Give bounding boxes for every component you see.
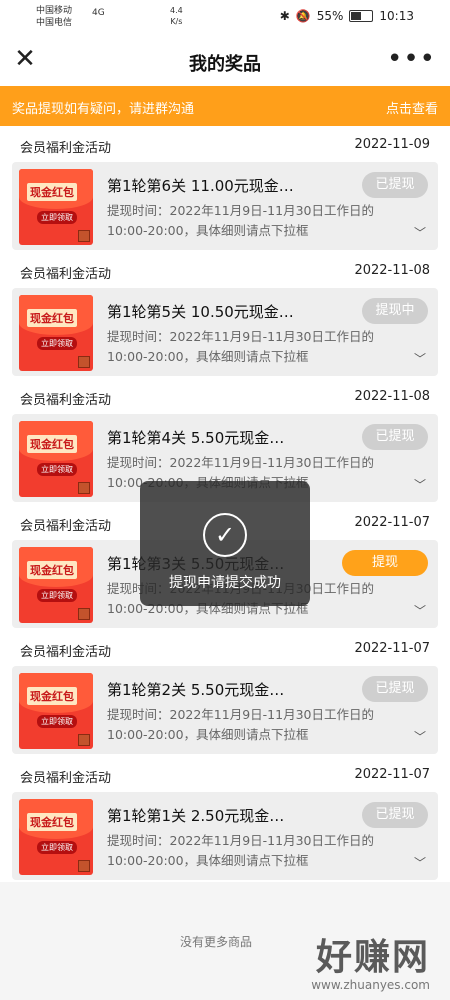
activity-date: 2022-11-07 (354, 515, 430, 530)
gift-icon (78, 608, 90, 620)
group-header: 会员福利金活动 2022-11-07 (0, 630, 450, 668)
group-header: 会员福利金活动 2022-11-09 (0, 126, 450, 164)
red-packet-thumbnail: 现金红包 立即领取 (19, 673, 93, 749)
speed-value: 4.4 (170, 6, 183, 15)
watermark-text: 好赚网 (315, 937, 430, 978)
chevron-down-icon[interactable]: ﹀ (414, 602, 426, 619)
prize-description: 提现时间：2022年11月9日-11月30日工作日的10:00-20:00，具体… (107, 833, 374, 868)
prize-group: 会员福利金活动 2022-11-08 现金红包 立即领取 第1轮第5关 10.5… (0, 252, 450, 378)
prize-title: 第1轮第1关 2.50元现金… (107, 807, 285, 825)
speed-unit: K/s (170, 17, 183, 26)
prize-group: 会员福利金活动 2022-11-07 现金红包 立即领取 第1轮第2关 5.50… (0, 630, 450, 756)
carrier-1: 中国移动 (36, 6, 73, 16)
gift-icon (78, 230, 90, 242)
thumb-button: 立即领取 (37, 589, 77, 602)
chevron-down-icon[interactable]: ﹀ (414, 476, 426, 493)
no-more-text: 没有更多商品 (180, 935, 253, 949)
red-packet-thumbnail: 现金红包 立即领取 (19, 295, 93, 371)
thumb-label: 现金红包 (27, 183, 77, 201)
network-type: 4G (92, 8, 105, 18)
notice-link[interactable]: 点击查看 (386, 98, 438, 117)
red-packet-thumbnail: 现金红包 立即领取 (19, 799, 93, 875)
prize-group: 会员福利金活动 2022-11-07 现金红包 立即领取 第1轮第1关 2.50… (0, 756, 450, 882)
thumb-label: 现金红包 (27, 813, 77, 831)
activity-date: 2022-11-07 (354, 767, 430, 782)
success-toast: ✓ 提现申请提交成功 (140, 481, 310, 606)
thumb-label: 现金红包 (27, 561, 77, 579)
activity-name: 会员福利金活动 (20, 771, 112, 786)
activity-name: 会员福利金活动 (20, 519, 112, 534)
prize-card[interactable]: 现金红包 立即领取 第1轮第5关 10.50元现金… 提现时间：2022年11月… (12, 288, 438, 376)
chevron-down-icon[interactable]: ﹀ (414, 728, 426, 745)
thumb-label: 现金红包 (27, 435, 77, 453)
toast-message: 提现申请提交成功 (169, 575, 281, 591)
prize-description: 提现时间：2022年11月9日-11月30日工作日的10:00-20:00，具体… (107, 707, 374, 742)
prize-title: 第1轮第2关 5.50元现金… (107, 681, 285, 699)
carrier-2: 中国电信 (36, 18, 73, 28)
gift-icon (78, 734, 90, 746)
prize-card[interactable]: 现金红包 立即领取 第1轮第6关 11.00元现金… 提现时间：2022年11月… (12, 162, 438, 250)
red-packet-thumbnail: 现金红包 立即领取 (19, 421, 93, 497)
activity-name: 会员福利金活动 (20, 393, 112, 408)
watermark: 好赚网 www.zhuanyes.com (311, 928, 430, 992)
prize-title: 第1轮第5关 10.50元现金… (107, 303, 294, 321)
withdraw-button[interactable]: 已提现 (362, 676, 428, 702)
battery-percent: 55% (316, 9, 344, 23)
footer: 没有更多商品 好赚网 www.zhuanyes.com (0, 905, 450, 1000)
page-title: 我的奖品 (189, 54, 261, 75)
prize-group: 会员福利金活动 2022-11-09 现金红包 立即领取 第1轮第6关 11.0… (0, 126, 450, 252)
network-speed: 4.4 K/s (170, 5, 183, 27)
thumb-button: 立即领取 (37, 715, 77, 728)
status-right: ✱ 🔕 55% 10:13 (280, 9, 414, 23)
thumb-button: 立即领取 (37, 337, 77, 350)
withdraw-button[interactable]: 提现中 (362, 298, 428, 324)
activity-date: 2022-11-09 (354, 137, 430, 152)
chevron-down-icon[interactable]: ﹀ (414, 224, 426, 241)
clock: 10:13 (379, 9, 414, 23)
activity-name: 会员福利金活动 (20, 267, 112, 282)
thumb-label: 现金红包 (27, 309, 77, 327)
mute-icon: 🔕 (295, 9, 311, 23)
more-icon[interactable]: ••• (387, 44, 436, 74)
chevron-down-icon[interactable]: ﹀ (414, 350, 426, 367)
bluetooth-icon: ✱ (279, 9, 290, 23)
notice-banner: 奖品提现如有疑问，请进群沟通 点击查看 (0, 86, 450, 126)
status-bar: 中国移动 中国电信 4G 4.4 K/s ✱ 🔕 55% 10:13 (0, 0, 450, 34)
group-header: 会员福利金活动 2022-11-07 (0, 756, 450, 794)
gift-icon (78, 356, 90, 368)
group-header: 会员福利金活动 2022-11-08 (0, 378, 450, 416)
gift-icon (78, 482, 90, 494)
thumb-label: 现金红包 (27, 687, 77, 705)
app-bar: ✕ 我的奖品 ••• (0, 34, 450, 86)
group-header: 会员福利金活动 2022-11-08 (0, 252, 450, 290)
watermark-url: www.zhuanyes.com (311, 978, 430, 992)
withdraw-button[interactable]: 已提现 (362, 424, 428, 450)
prize-title: 第1轮第4关 5.50元现金… (107, 429, 285, 447)
prize-description: 提现时间：2022年11月9日-11月30日工作日的10:00-20:00，具体… (107, 329, 374, 364)
withdraw-button[interactable]: 已提现 (362, 802, 428, 828)
checkmark-icon: ✓ (203, 513, 247, 557)
activity-date: 2022-11-08 (354, 389, 430, 404)
prize-description: 提现时间：2022年11月9日-11月30日工作日的10:00-20:00，具体… (107, 203, 374, 238)
thumb-button: 立即领取 (37, 841, 77, 854)
withdraw-button[interactable]: 已提现 (362, 172, 428, 198)
carrier-info: 中国移动 中国电信 (36, 5, 72, 29)
prize-card[interactable]: 现金红包 立即领取 第1轮第1关 2.50元现金… 提现时间：2022年11月9… (12, 792, 438, 880)
notice-text: 奖品提现如有疑问，请进群沟通 (12, 102, 195, 117)
chevron-down-icon[interactable]: ﹀ (414, 854, 426, 871)
red-packet-thumbnail: 现金红包 立即领取 (19, 547, 93, 623)
thumb-button: 立即领取 (37, 463, 77, 476)
thumb-button: 立即领取 (37, 211, 77, 224)
activity-name: 会员福利金活动 (20, 141, 112, 156)
prize-card[interactable]: 现金红包 立即领取 第1轮第2关 5.50元现金… 提现时间：2022年11月9… (12, 666, 438, 754)
red-packet-thumbnail: 现金红包 立即领取 (19, 169, 93, 245)
withdraw-button[interactable]: 提现 (342, 550, 428, 576)
activity-name: 会员福利金活动 (20, 645, 112, 660)
battery-icon (349, 10, 374, 22)
gift-icon (78, 860, 90, 872)
prize-title: 第1轮第6关 11.00元现金… (107, 177, 294, 195)
activity-date: 2022-11-08 (354, 263, 430, 278)
activity-date: 2022-11-07 (354, 641, 430, 656)
